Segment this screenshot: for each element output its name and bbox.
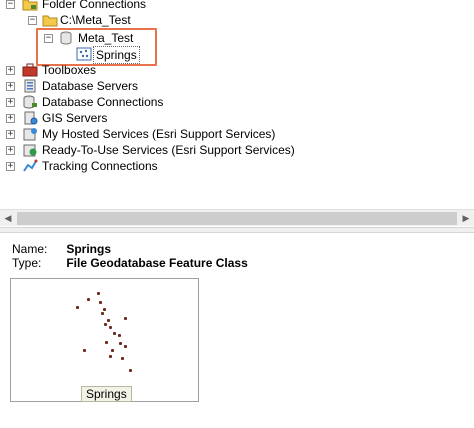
toolbox-icon <box>22 63 38 77</box>
tree-item-tracking-connections[interactable]: + Tracking Connections <box>0 158 474 174</box>
point-marker <box>107 319 110 322</box>
point-marker <box>83 349 86 352</box>
tree-item-gis-servers[interactable]: + GIS Servers <box>0 110 474 126</box>
expand-toggle-icon[interactable]: + <box>6 114 15 123</box>
point-marker <box>124 345 127 348</box>
point-marker <box>99 301 102 304</box>
tree-item-meta-test-folder[interactable]: − C:\Meta_Test <box>0 12 474 28</box>
type-value: File Geodatabase Feature Class <box>66 256 248 270</box>
tree-item-label: Database Servers <box>42 79 139 93</box>
database-connection-icon <box>22 95 38 109</box>
scroll-right-icon[interactable]: ▶ <box>461 213 471 224</box>
type-key: Type: <box>12 256 42 270</box>
point-marker <box>113 332 116 335</box>
collapse-toggle-icon[interactable]: − <box>28 16 37 25</box>
tree-item-springs[interactable]: Springs <box>0 46 474 64</box>
tree-item-label: My Hosted Services (Esri Support Service… <box>42 127 276 141</box>
point-marker <box>105 341 108 344</box>
tree-item-label: Meta_Test <box>78 31 134 45</box>
point-marker <box>104 323 107 326</box>
expand-toggle-icon[interactable]: + <box>6 130 15 139</box>
type-row: Type: File Geodatabase Feature Class <box>12 256 248 271</box>
expand-toggle-icon[interactable]: + <box>6 146 15 155</box>
collapse-toggle-icon[interactable]: − <box>6 0 15 9</box>
horizontal-scrollbar[interactable]: ◀ ▶ <box>0 209 474 226</box>
expand-toggle-icon[interactable]: + <box>6 82 15 91</box>
tree-item-toolboxes[interactable]: + Toolboxes <box>0 62 474 78</box>
point-marker <box>121 357 124 360</box>
point-marker <box>118 334 121 337</box>
scrollbar-thumb[interactable] <box>17 212 457 225</box>
expand-toggle-icon[interactable]: + <box>6 98 15 107</box>
ready-to-use-services-icon <box>22 143 38 157</box>
file-geodatabase-icon <box>58 31 74 45</box>
name-key: Name: <box>12 242 48 256</box>
name-value: Springs <box>66 242 112 256</box>
tree-item-label: Folder Connections <box>42 0 147 11</box>
point-marker <box>109 326 112 329</box>
tree-item-database-connections[interactable]: + Database Connections <box>0 94 474 110</box>
tree-item-database-servers[interactable]: + Database Servers <box>0 78 474 94</box>
collapse-toggle-icon[interactable]: − <box>44 34 53 43</box>
expand-toggle-icon[interactable]: + <box>6 66 15 75</box>
tree-item-meta-test-gdb[interactable]: − Meta_Test <box>0 30 474 46</box>
point-marker <box>119 342 122 345</box>
folder-icon <box>42 13 58 27</box>
folder-connections-icon <box>22 0 38 11</box>
point-marker <box>76 306 79 309</box>
catalog-tree: − Folder Connections − C:\Meta_Test − Me… <box>0 0 474 228</box>
point-marker <box>97 292 100 295</box>
tree-item-folder-connections[interactable]: − Folder Connections <box>0 0 474 12</box>
point-marker <box>129 369 132 372</box>
tree-item-my-hosted-services[interactable]: + My Hosted Services (Esri Support Servi… <box>0 126 474 142</box>
tree-item-label: Ready-To-Use Services (Esri Support Serv… <box>42 143 295 157</box>
database-server-icon <box>22 79 38 93</box>
point-marker <box>124 317 127 320</box>
point-marker <box>111 349 114 352</box>
point-feature-class-icon <box>76 47 92 61</box>
tree-item-label: GIS Servers <box>42 111 108 125</box>
hosted-services-icon <box>22 127 38 141</box>
thumbnail-caption: Springs <box>81 386 132 402</box>
name-row: Name: Springs <box>12 242 111 257</box>
gis-server-icon <box>22 111 38 125</box>
pane-splitter[interactable] <box>0 227 474 233</box>
feature-thumbnail <box>10 278 199 402</box>
tree-item-label: Toolboxes <box>42 63 97 77</box>
tree-item-label: Tracking Connections <box>42 159 158 173</box>
tree-item-ready-to-use-services[interactable]: + Ready-To-Use Services (Esri Support Se… <box>0 142 474 158</box>
tree-item-label: C:\Meta_Test <box>60 13 131 27</box>
point-marker <box>103 308 106 311</box>
point-marker <box>109 355 112 358</box>
scroll-left-icon[interactable]: ◀ <box>3 213 13 224</box>
tracking-connections-icon <box>22 159 38 173</box>
expand-toggle-icon[interactable]: + <box>6 162 15 171</box>
tree-item-label: Database Connections <box>42 95 164 109</box>
point-marker <box>87 298 90 301</box>
point-marker <box>101 312 104 315</box>
